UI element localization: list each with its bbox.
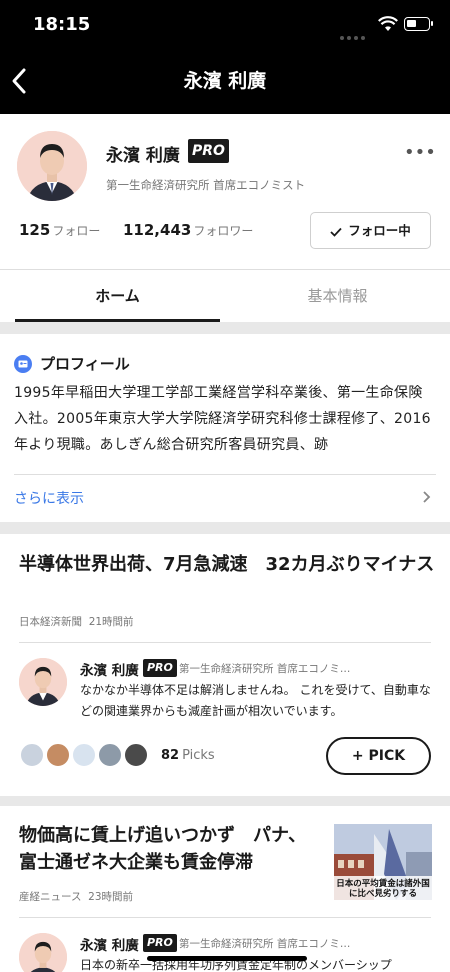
source-time: 23時間前 bbox=[88, 891, 134, 903]
follower-count: 112,443 bbox=[123, 221, 192, 239]
section-separator bbox=[0, 522, 450, 534]
follow-count: 125 bbox=[19, 221, 51, 239]
profile-affiliation: 第一生命経済研究所 首席エコノミスト bbox=[106, 178, 306, 192]
tab-basic-info[interactable]: 基本情報 bbox=[235, 270, 440, 322]
pro-badge: PRO bbox=[143, 934, 177, 952]
more-menu-icon[interactable]: ••• bbox=[404, 142, 436, 163]
divider bbox=[19, 642, 431, 643]
source-time: 21時間前 bbox=[88, 616, 134, 628]
picker-avatar bbox=[19, 742, 45, 768]
follower-label: フォロワー bbox=[193, 224, 254, 238]
source-name: 日本経済新聞 bbox=[19, 616, 82, 628]
follow-stat[interactable]: 125 フォロー bbox=[19, 221, 100, 239]
pick-button[interactable]: + PICK bbox=[326, 737, 431, 775]
article-headline[interactable]: 半導体世界出荷、7月急減速 32カ月ぶりマイナス bbox=[19, 551, 437, 578]
article-thumbnail[interactable]: 日本の平均賃金は諸外国に比べ見劣りする bbox=[334, 824, 432, 900]
check-icon bbox=[330, 227, 342, 237]
divider bbox=[14, 474, 436, 475]
status-time: 18:15 bbox=[33, 14, 91, 35]
section-separator bbox=[0, 796, 450, 806]
signal-icon bbox=[340, 25, 368, 44]
wifi-icon bbox=[378, 16, 398, 31]
divider bbox=[19, 917, 431, 918]
nav-bar: 永濱 利廣 bbox=[0, 52, 450, 114]
avatar[interactable] bbox=[19, 658, 67, 706]
section-separator bbox=[0, 322, 450, 334]
avatar[interactable] bbox=[17, 131, 87, 201]
nav-title: 永濱 利廣 bbox=[183, 70, 267, 92]
show-more-link[interactable]: さらに表示 bbox=[14, 488, 84, 508]
comment-author[interactable]: 永濱 利廣 bbox=[80, 659, 139, 679]
pro-badge: PRO bbox=[143, 659, 177, 677]
tab-home[interactable]: ホーム bbox=[15, 270, 220, 322]
tab-bar: ホーム 基本情報 bbox=[0, 270, 450, 322]
picker-avatar bbox=[45, 742, 71, 768]
battery-icon bbox=[404, 17, 433, 31]
comment-text: なかなか半導体不足は解消しませんね。 これを受けて、自動車などの関連業界からも減… bbox=[80, 683, 431, 718]
follow-label: フォロー bbox=[52, 224, 101, 238]
source-name: 産経ニュース bbox=[19, 891, 82, 903]
profile-name: 永濱 利廣 bbox=[106, 146, 180, 166]
thumbnail-caption: 日本の平均賃金は諸外国に比べ見劣りする bbox=[336, 879, 430, 899]
chevron-right-icon[interactable] bbox=[420, 488, 432, 506]
status-bar: 18:15 bbox=[0, 0, 450, 52]
profile-card-body: 1995年早稲田大学理工学部工業経営学科卒業後、第一生命保険入社。2005年東京… bbox=[14, 385, 431, 453]
picker-avatar bbox=[123, 742, 149, 768]
comment-affiliation: 第一生命経済研究所 首席エコノミ… bbox=[179, 938, 351, 950]
follower-stat[interactable]: 112,443 フォロワー bbox=[123, 221, 253, 239]
picker-avatar bbox=[71, 742, 97, 768]
picks-label: Picks bbox=[182, 748, 215, 763]
picks-count: 82 Picks bbox=[161, 748, 215, 763]
comment-affiliation: 第一生命経済研究所 首席エコノミ… bbox=[179, 663, 351, 675]
follow-button[interactable]: フォロー中 bbox=[310, 212, 431, 249]
profile-card-icon bbox=[14, 355, 32, 373]
picker-avatar bbox=[97, 742, 123, 768]
avatar[interactable] bbox=[19, 933, 67, 972]
article-source: 産経ニュース 23時間前 bbox=[19, 889, 133, 904]
profile-card-title: プロフィール bbox=[40, 355, 130, 373]
profile-header: 永濱 利廣 PRO ••• 第一生命経済研究所 首席エコノミスト 125 フォロー… bbox=[0, 114, 450, 269]
pro-badge: PRO bbox=[188, 139, 229, 163]
article-source: 日本経済新聞 21時間前 bbox=[19, 614, 134, 629]
follow-button-label: フォロー中 bbox=[348, 223, 411, 238]
comment-author[interactable]: 永濱 利廣 bbox=[80, 934, 139, 954]
home-indicator bbox=[147, 956, 307, 961]
article-headline[interactable]: 物価高に賃上げ追いつかず パナ、富士通ゼネ大企業も賃金停滞 bbox=[19, 822, 324, 876]
